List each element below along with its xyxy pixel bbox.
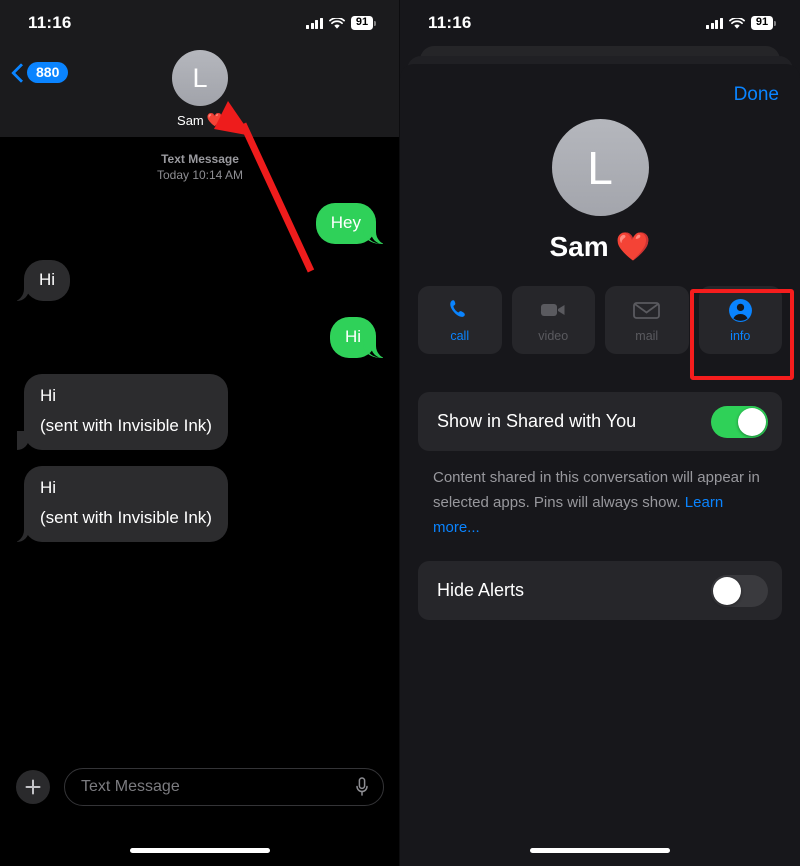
action-label: video [538,329,569,343]
thread-timestamp: Text Message Today 10:14 AM [14,151,386,183]
contact-name-left: Sam ❤️ [177,112,223,128]
message-text: Hi [344,327,361,346]
message-input-placeholder: Text Message [81,778,180,795]
cellular-bars-icon [706,17,723,29]
message-bubble-invisible-ink[interactable]: Hi (sent with Invisible Ink) [11,466,228,543]
sheet-toolbar: Done [400,72,800,118]
message-note: (sent with Invisible Ink) [40,416,212,435]
message-text: Hey [330,213,361,232]
battery-icon: 91 [751,16,776,30]
message-bubble-incoming[interactable]: Hi [11,260,71,302]
setting-label: Hide Alerts [437,580,525,600]
show-in-shared-with-you-row[interactable]: Show in Shared with You [418,392,782,451]
status-bar-left: 11:16 91 [0,0,400,42]
done-button[interactable]: Done [734,84,779,106]
message-row: Hi (sent with Invisible Ink) [11,466,386,543]
setting-label: Show in Shared with You [437,411,637,431]
battery-level: 91 [751,16,773,30]
home-indicator-left [130,848,270,853]
status-indicators: 91 [706,12,776,30]
action-label: info [730,329,751,343]
message-bubble-invisible-ink[interactable]: Hi (sent with Invisible Ink) [17,374,228,450]
message-composer: Text Message [0,758,400,816]
message-row: Hi [14,317,389,359]
contact-header-left[interactable]: L Sam ❤️ [0,50,400,128]
message-row: Hi (sent with Invisible Ink) [14,374,386,450]
thread-timestamp-time: Today 10:14 AM [156,168,244,182]
microphone-icon[interactable] [355,776,369,798]
message-text: Hi [39,270,56,289]
contact-actions-row: call video mail info [400,286,800,354]
contact-name-text: Sam [177,112,204,128]
home-indicator-right [530,848,670,853]
status-time: 11:16 [28,13,72,32]
status-time: 11:16 [428,13,472,32]
contact-details-sheet: Done L Sam ❤️ call video mail info Show … [400,64,800,866]
mail-action-button[interactable]: mail [605,286,689,354]
wifi-icon [729,17,745,29]
search-input[interactable]: Text Message [64,768,384,806]
envelope-icon [633,297,661,323]
contact-name-text: Sam [549,230,609,262]
hide-alerts-row[interactable]: Hide Alerts [418,561,782,620]
left-phone-panel: 880 L Sam ❤️ 11:16 91 Text Message Today… [0,0,400,866]
message-row: Hi [11,260,386,302]
hide-alerts-toggle[interactable] [711,574,768,607]
action-label: call [450,329,470,343]
panel-divider [399,0,400,866]
status-indicators: 91 [306,12,376,30]
thread-timestamp-type: Text Message [161,152,239,166]
call-action-button[interactable]: call [418,286,502,354]
phone-icon [447,297,472,323]
contact-header-right: L Sam ❤️ [400,119,800,263]
battery-level: 91 [351,16,373,30]
message-bubble-outgoing[interactable]: Hi [329,317,389,359]
heart-emoji-icon: ❤️ [615,231,651,262]
show-in-shared-with-you-toggle[interactable] [711,405,768,438]
wifi-icon [329,17,345,29]
info-action-button[interactable]: info [698,286,782,354]
message-text: Hi [40,386,57,405]
person-circle-icon [728,297,753,323]
avatar[interactable]: L [551,119,649,216]
page-title: Sam ❤️ [549,230,650,263]
video-camera-icon [540,297,566,323]
cellular-bars-icon [306,17,323,29]
shared-with-you-footnote: Content shared in this conversation will… [433,465,768,540]
message-bubble-outgoing[interactable]: Hey [315,203,389,245]
plus-icon[interactable] [16,770,50,804]
message-text: Hi [40,478,57,497]
message-row: Hey [14,203,389,245]
action-label: mail [635,329,659,343]
message-thread[interactable]: Text Message Today 10:14 AM Hey Hi Hi Hi… [0,137,400,757]
heart-emoji-icon: ❤️ [206,112,223,127]
avatar[interactable]: L [172,50,228,106]
screenshot-root: 880 L Sam ❤️ 11:16 91 Text Message Today… [0,0,800,866]
battery-icon: 91 [351,16,376,30]
status-bar-right: 11:16 91 [400,0,800,42]
video-action-button[interactable]: video [511,286,595,354]
message-note: (sent with Invisible Ink) [40,508,212,527]
